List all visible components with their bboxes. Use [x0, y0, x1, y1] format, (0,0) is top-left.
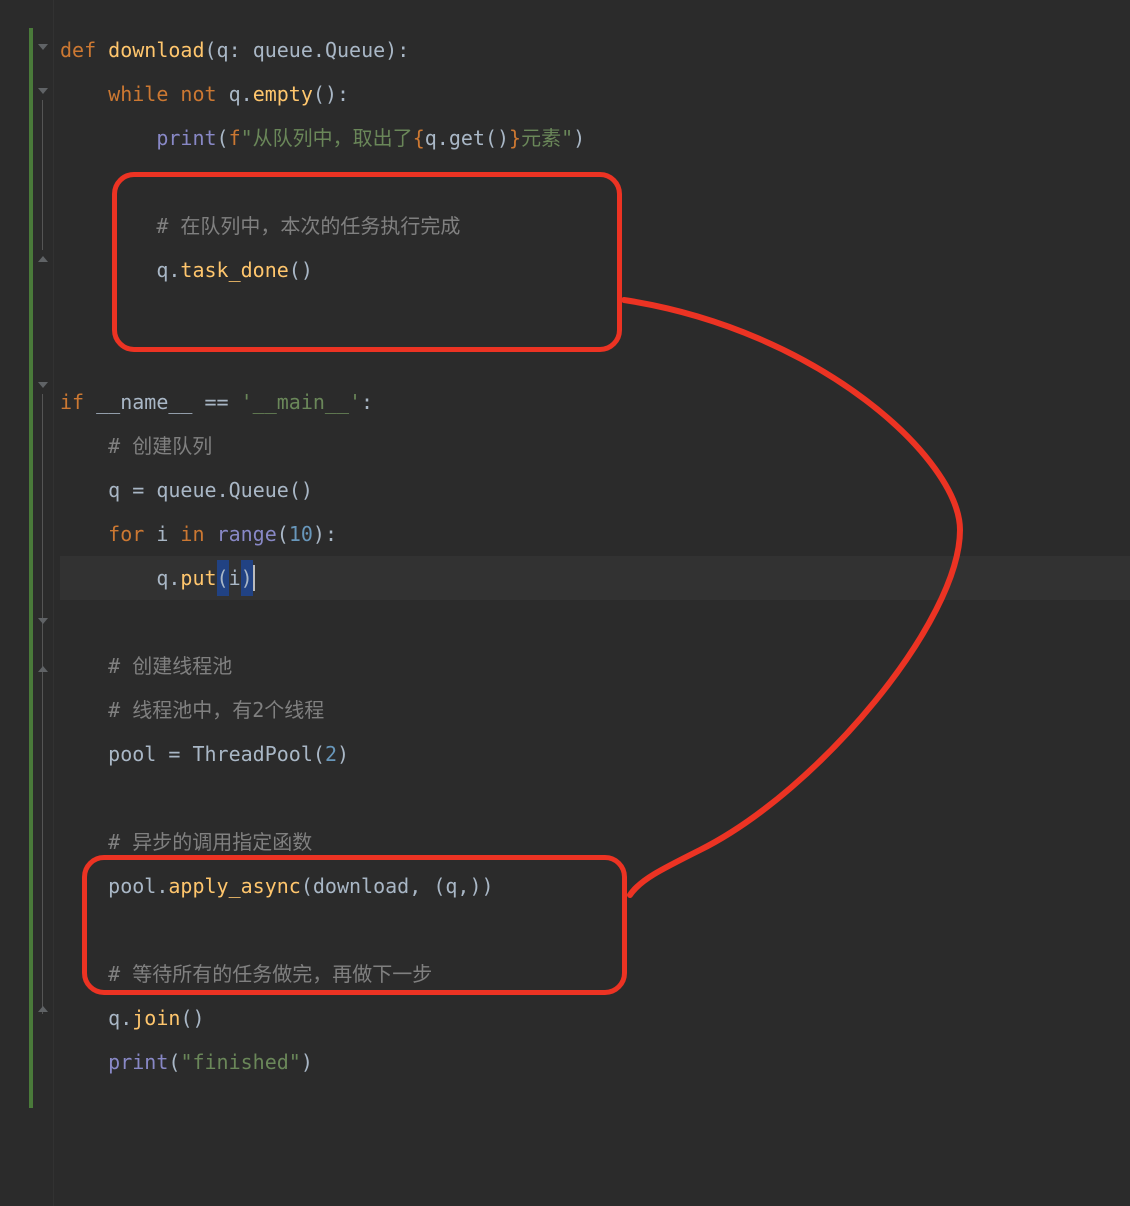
- fold-collapse-icon[interactable]: [36, 380, 50, 394]
- code-line[interactable]: # 等待所有的任务做完，再做下一步: [60, 952, 1130, 996]
- comment: # 创建队列: [108, 428, 212, 464]
- code-line[interactable]: q.join(): [60, 996, 1130, 1040]
- blank-line[interactable]: [60, 160, 1130, 204]
- keyword-if: if: [60, 384, 96, 420]
- keyword-in: in: [168, 516, 216, 552]
- keyword-while: while: [108, 76, 180, 112]
- code-line[interactable]: for i in range(10):: [60, 512, 1130, 556]
- keyword-def: def: [60, 32, 108, 68]
- vcs-modified-marker: [29, 28, 33, 1108]
- comment: # 异步的调用指定函数: [108, 824, 312, 860]
- code-line[interactable]: pool.apply_async(download, (q,)): [60, 864, 1130, 908]
- code-line[interactable]: # 创建线程池: [60, 644, 1130, 688]
- comment: # 在队列中，本次的任务执行完成: [156, 208, 460, 244]
- keyword-not: not: [180, 76, 228, 112]
- fold-collapse-icon[interactable]: [36, 86, 50, 100]
- function-name: download: [108, 32, 204, 68]
- code-line[interactable]: # 在队列中，本次的任务执行完成: [60, 204, 1130, 248]
- code-line[interactable]: pool = ThreadPool(2): [60, 732, 1130, 776]
- comment: # 线程池中，有2个线程: [108, 692, 324, 728]
- paren-open: (: [205, 32, 217, 68]
- fold-end-icon[interactable]: [36, 1000, 50, 1014]
- comment: # 创建线程池: [108, 648, 232, 684]
- blank-line[interactable]: [60, 600, 1130, 644]
- code-content[interactable]: def download(q: queue.Queue): while not …: [54, 0, 1130, 1206]
- code-line[interactable]: q = queue.Queue(): [60, 468, 1130, 512]
- text-cursor: [253, 565, 255, 591]
- keyword-for: for: [108, 516, 156, 552]
- code-line[interactable]: # 创建队列: [60, 424, 1130, 468]
- comment: # 等待所有的任务做完，再做下一步: [108, 956, 432, 992]
- editor-gutter: [0, 0, 54, 1206]
- fold-guide-line: [42, 394, 43, 1014]
- code-line[interactable]: def download(q: queue.Queue):: [60, 28, 1130, 72]
- fold-collapse-icon[interactable]: [36, 42, 50, 56]
- code-line[interactable]: print(f"从队列中，取出了{q.get()}元素"): [60, 116, 1130, 160]
- code-line[interactable]: if __name__ == '__main__':: [60, 380, 1130, 424]
- fold-collapse-icon[interactable]: [36, 616, 50, 630]
- code-line[interactable]: # 异步的调用指定函数: [60, 820, 1130, 864]
- code-line-current[interactable]: q.put(i): [60, 556, 1130, 600]
- param-name: q: [217, 32, 229, 68]
- fold-guide-line: [42, 100, 43, 250]
- fold-end-icon[interactable]: [36, 250, 50, 264]
- code-line[interactable]: print("finished"): [60, 1040, 1130, 1084]
- blank-line[interactable]: [60, 776, 1130, 820]
- fold-end-icon[interactable]: [36, 660, 50, 674]
- code-editor[interactable]: def download(q: queue.Queue): while not …: [0, 0, 1130, 1206]
- blank-line[interactable]: [60, 336, 1130, 380]
- code-line[interactable]: q.task_done(): [60, 248, 1130, 292]
- code-line[interactable]: # 线程池中，有2个线程: [60, 688, 1130, 732]
- code-line[interactable]: while not q.empty():: [60, 72, 1130, 116]
- builtin-print: print: [156, 120, 216, 156]
- blank-line[interactable]: [60, 908, 1130, 952]
- blank-line[interactable]: [60, 292, 1130, 336]
